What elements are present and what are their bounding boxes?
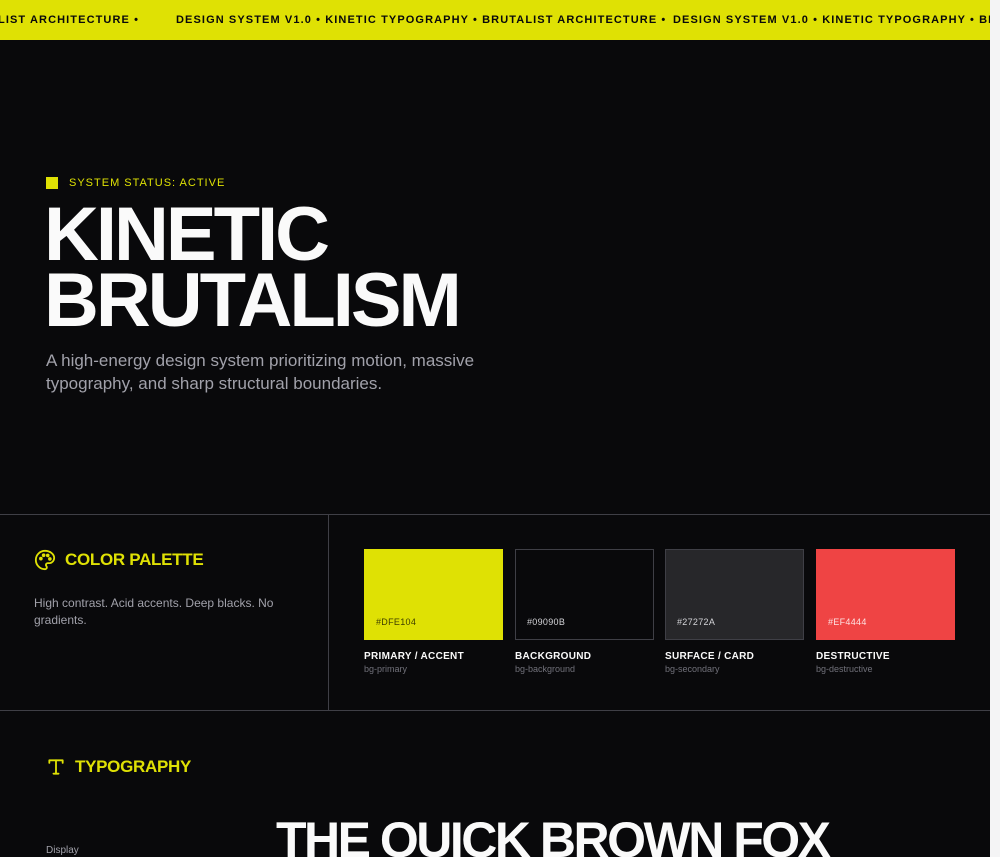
column-divider <box>328 515 329 710</box>
swatch-surface: #27272A SURFACE / CARD bg-secondary <box>665 549 804 674</box>
swatch-hex: #09090B <box>527 617 566 627</box>
marquee-banner: LIST ARCHITECTURE • DESIGN SYSTEM V1.0 •… <box>0 0 990 40</box>
system-status: SYSTEM STATUS: ACTIVE <box>46 177 225 189</box>
palette-title: COLOR PALETTE <box>65 550 204 569</box>
swatch-class: bg-destructive <box>816 664 873 674</box>
typography-heading: TYPOGRAPHY <box>46 757 191 777</box>
headline-line-2: BRUTALISM <box>44 258 462 343</box>
swatch-hex: #EF4444 <box>828 617 867 627</box>
swatch-class: bg-background <box>515 664 576 674</box>
swatch-color-box: #DFE104 <box>364 549 503 640</box>
palette-icon <box>34 549 56 571</box>
display-label: Display <box>46 845 79 856</box>
typography-section: TYPOGRAPHY Display THE QUICK BROWN FOX <box>0 711 990 857</box>
hero-section: SYSTEM STATUS: ACTIVE KINETIC BRUTALISM … <box>0 40 990 514</box>
typography-title: TYPOGRAPHY <box>75 757 192 776</box>
marquee-text-repeat: DESIGN SYSTEM V1.0 • KINETIC TYPOGRAPHY … <box>673 14 990 26</box>
swatch-class: bg-primary <box>364 664 408 674</box>
swatch-color-box: #27272A <box>665 549 804 640</box>
swatch-hex: #DFE104 <box>376 617 417 627</box>
swatch-primary: #DFE104 PRIMARY / ACCENT bg-primary <box>364 549 503 674</box>
marquee-text-start: LIST ARCHITECTURE • <box>0 14 140 26</box>
status-text: SYSTEM STATUS: ACTIVE <box>69 177 226 189</box>
page: LIST ARCHITECTURE • DESIGN SYSTEM V1.0 •… <box>0 0 990 857</box>
swatch-background: #09090B BACKGROUND bg-background <box>515 549 654 674</box>
type-icon <box>46 757 66 777</box>
palette-description: High contrast. Acid accents. Deep blacks… <box>34 596 274 627</box>
status-indicator-icon <box>46 177 58 189</box>
hero-subtitle: A high-energy design system prioritizing… <box>46 351 475 393</box>
hero-headline: KINETIC BRUTALISM <box>44 197 462 343</box>
swatch-name: SURFACE / CARD <box>665 651 755 662</box>
swatch-hex: #27272A <box>677 617 716 627</box>
marquee-text-main: DESIGN SYSTEM V1.0 • KINETIC TYPOGRAPHY … <box>176 14 667 26</box>
swatch-name: BACKGROUND <box>515 651 592 662</box>
swatch-color-box: #09090B <box>515 549 654 640</box>
swatch-class: bg-secondary <box>665 664 720 674</box>
swatch-name: PRIMARY / ACCENT <box>364 651 464 662</box>
swatch-destructive: #EF4444 DESTRUCTIVE bg-destructive <box>816 549 955 674</box>
window-edge <box>990 0 1000 857</box>
swatch-name: DESTRUCTIVE <box>816 651 890 662</box>
swatch-color-box: #EF4444 <box>816 549 955 640</box>
color-palette-section: COLOR PALETTE High contrast. Acid accent… <box>0 515 990 710</box>
palette-heading: COLOR PALETTE <box>34 549 204 571</box>
display-specimen: THE QUICK BROWN FOX <box>276 812 831 857</box>
